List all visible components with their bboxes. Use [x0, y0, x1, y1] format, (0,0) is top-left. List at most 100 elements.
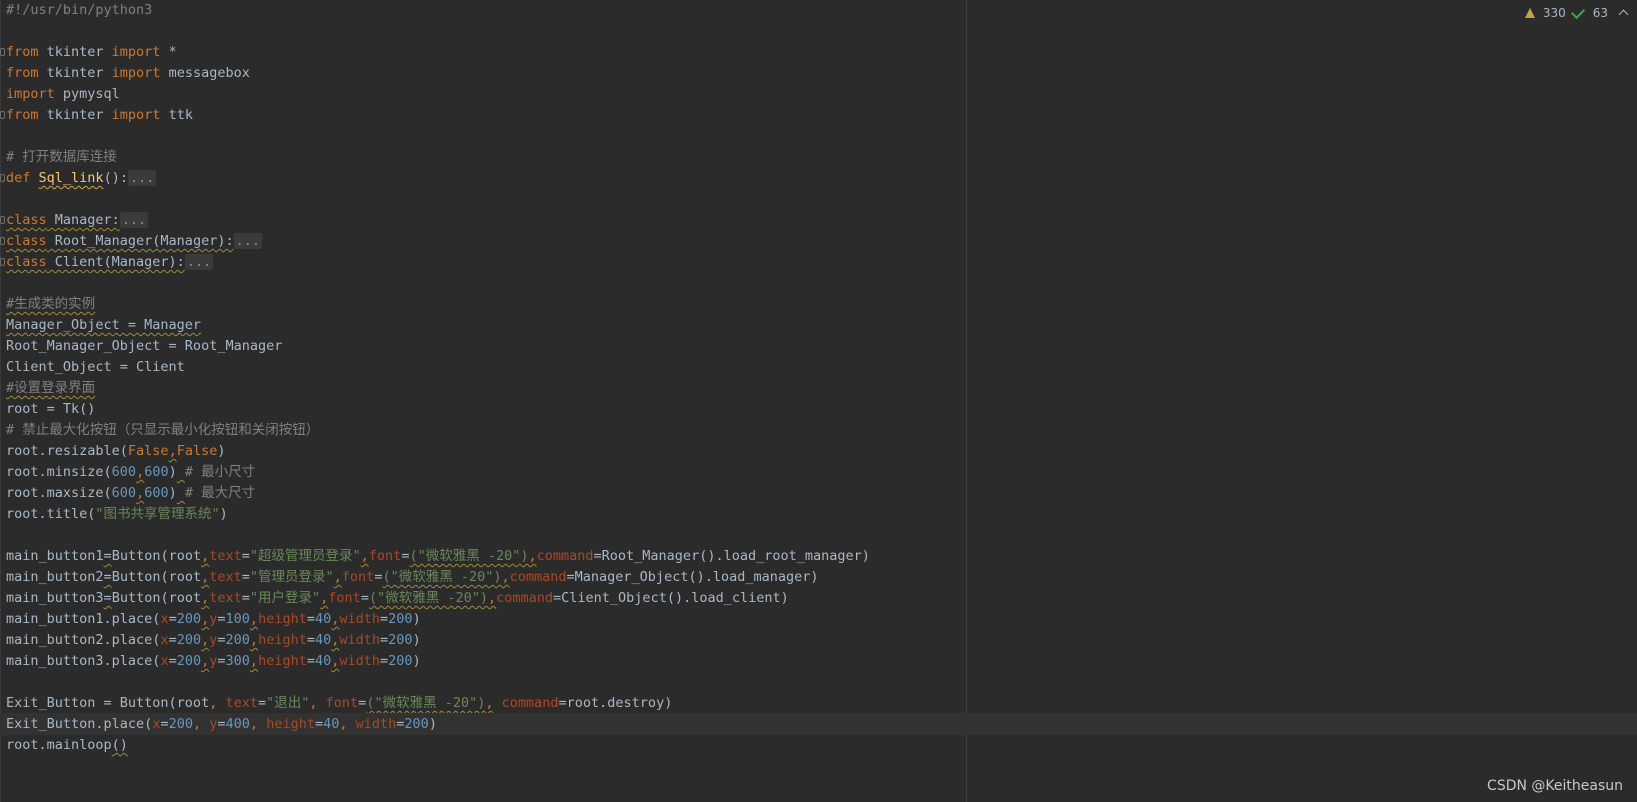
code-line[interactable] [0, 272, 1637, 294]
code-line[interactable]: #生成类的实例 [0, 293, 1637, 315]
code-token: Root_Manager_Object = Root_Manager [6, 338, 283, 354]
code-line[interactable]: main_button2.place(x=200,y=200,height=40… [0, 629, 1637, 651]
code-token: = [103, 569, 112, 585]
code-token: 40 [314, 611, 332, 627]
code-token: ... [233, 233, 262, 249]
code-line[interactable]: def Sql_link():... [0, 167, 1637, 189]
code-line[interactable]: class Root_Manager(Manager):... [0, 230, 1637, 252]
code-line[interactable]: root.minsize(600,600) # 最小尺寸 [0, 461, 1637, 483]
code-token: 200 [225, 632, 250, 648]
code-token: Button(root [111, 569, 202, 585]
code-token: , [168, 443, 177, 459]
fold-marker-icon[interactable] [0, 111, 5, 119]
code-line[interactable]: from tkinter import messagebox [0, 62, 1637, 84]
code-line[interactable]: root.title("图书共享管理系统") [0, 503, 1637, 525]
code-token: , [201, 569, 210, 585]
code-token: = [380, 611, 389, 627]
code-token: "退出" [266, 695, 310, 711]
code-token: x [160, 653, 169, 669]
code-line[interactable] [0, 20, 1637, 42]
fold-marker-icon[interactable] [0, 237, 5, 245]
code-token: , [201, 590, 210, 606]
code-line[interactable]: # 打开数据库连接 [0, 146, 1637, 168]
code-token: Manager: [46, 212, 120, 228]
code-token: "超级管理员登录" [249, 548, 361, 564]
code-token: 40 [314, 653, 332, 669]
code-line[interactable]: root.resizable(False,False) [0, 440, 1637, 462]
code-line[interactable]: Exit_Button.place(x=200, y=400, height=4… [0, 713, 1637, 735]
fold-marker-icon[interactable] [0, 48, 5, 56]
code-token: () [111, 737, 128, 753]
code-line[interactable] [0, 125, 1637, 147]
code-token: text [209, 590, 242, 606]
code-line[interactable]: main_button2=Button(root,text="管理员登录",fo… [0, 566, 1637, 588]
code-token: font [368, 548, 402, 564]
code-line[interactable]: Root_Manager_Object = Root_Manager [0, 335, 1637, 357]
code-line[interactable]: import pymysql [0, 83, 1637, 105]
code-token: Root_Manager(Manager): [46, 233, 234, 249]
code-token: ... [127, 170, 157, 186]
code-token: ("微软雅黑 -20") [366, 695, 486, 711]
code-token: , [309, 695, 326, 711]
code-line[interactable]: from tkinter import * [0, 41, 1637, 63]
fold-marker-icon[interactable] [0, 174, 5, 182]
code-line[interactable]: Exit_Button = Button(root, text="退出", fo… [0, 692, 1637, 714]
code-token: import [111, 65, 161, 81]
code-token: , [249, 716, 267, 732]
code-token: main_button3 [6, 590, 104, 606]
code-token: Sql_link [38, 170, 104, 186]
code-line[interactable]: main_button3.place(x=200,y=300,height=40… [0, 650, 1637, 672]
code-token: ) [217, 443, 226, 459]
code-line[interactable]: main_button3=Button(root,text="用户登录",fon… [0, 587, 1637, 609]
code-line[interactable]: root = Tk() [0, 398, 1637, 420]
code-token: = [241, 590, 250, 606]
code-token: , [192, 716, 210, 732]
chevron-up-icon[interactable] [1618, 9, 1629, 20]
code-line[interactable]: main_button1=Button(root,text="超级管理员登录",… [0, 545, 1637, 567]
code-token: = [103, 590, 112, 606]
code-token: messagebox [160, 65, 250, 81]
code-line[interactable]: class Client(Manager):... [0, 251, 1637, 273]
code-line[interactable] [0, 671, 1637, 693]
code-line[interactable]: Manager_Object = Manager [0, 314, 1637, 336]
code-line[interactable] [0, 188, 1637, 210]
code-token: Client(Manager): [46, 254, 185, 270]
code-token: 40 [323, 716, 340, 732]
inspection-widget[interactable]: 330 63 [1524, 4, 1629, 22]
code-token: =root.destroy) [558, 695, 673, 711]
code-token: main_button3.place( [6, 653, 161, 669]
code-token: Exit_Button = Button(root [6, 695, 210, 711]
code-line[interactable]: class Manager:... [0, 209, 1637, 231]
code-token: = [168, 611, 177, 627]
code-token: ... [119, 212, 149, 228]
code-token: font [341, 569, 375, 585]
code-token: , [487, 590, 497, 606]
code-token: Button(root [111, 548, 202, 564]
code-line[interactable]: Client_Object = Client [0, 356, 1637, 378]
code-token: font [325, 695, 359, 711]
fold-marker-icon[interactable] [0, 216, 5, 224]
code-token: False [176, 443, 218, 459]
code-line[interactable]: root.mainloop() [0, 734, 1637, 756]
code-token: 600 [111, 485, 137, 501]
code-line[interactable] [0, 524, 1637, 546]
code-line[interactable]: main_button1.place(x=200,y=100,height=40… [0, 608, 1637, 630]
code-token: 600 [111, 464, 137, 480]
code-token: class [6, 212, 47, 228]
code-line[interactable]: root.maxsize(600,600) # 最大尺寸 [0, 482, 1637, 504]
code-line[interactable]: from tkinter import ttk [0, 104, 1637, 126]
code-line[interactable]: # 禁止最大化按钮（只显示最小化按钮和关闭按钮） [0, 419, 1637, 441]
code-token: , [249, 611, 259, 627]
code-token: main_button2.place( [6, 632, 161, 648]
code-token: = [306, 611, 315, 627]
code-token: ) [412, 653, 421, 669]
code-token: 200 [388, 632, 413, 648]
code-line[interactable]: #设置登录界面 [0, 377, 1637, 399]
code-editor[interactable]: #!/usr/bin/python3 from tkinter import * f… [0, 0, 1637, 802]
code-line[interactable]: #!/usr/bin/python3 [0, 0, 1637, 21]
code-token: root.maxsize( [6, 485, 112, 501]
code-token: text [225, 695, 258, 711]
code-token: pymysql [54, 86, 120, 102]
fold-marker-icon[interactable] [0, 258, 5, 266]
code-token: font [328, 590, 361, 606]
